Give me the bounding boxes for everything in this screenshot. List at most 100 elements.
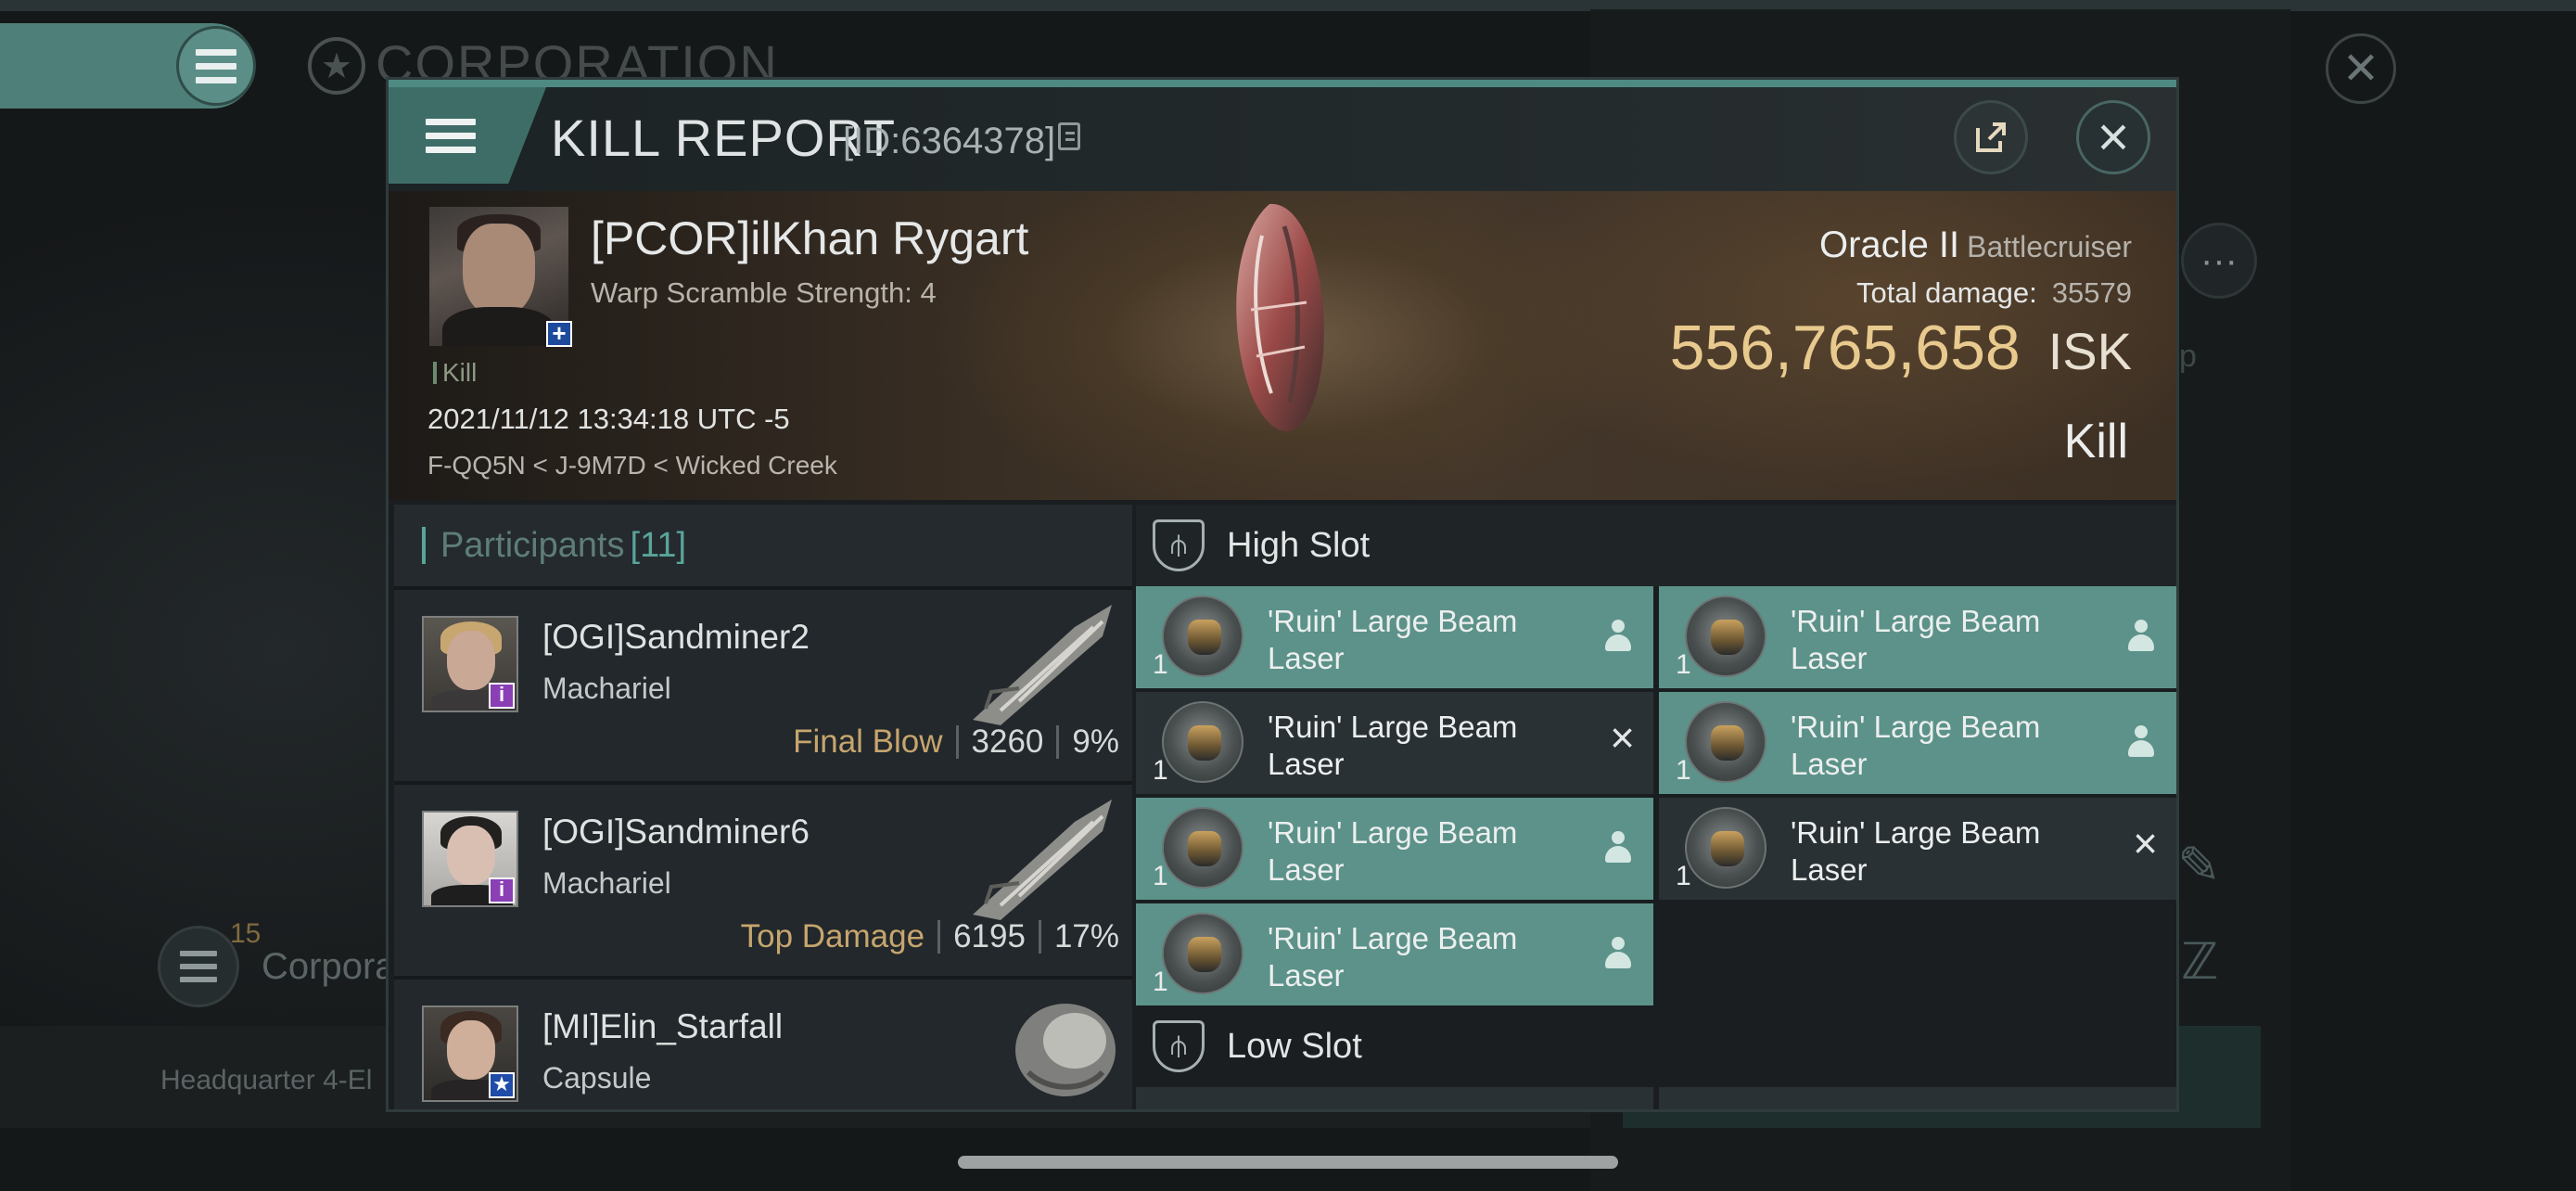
- ship-icon[interactable]: [963, 794, 1121, 924]
- participant-percent: 17%: [1053, 918, 1119, 954]
- module-name: 'Ruin' Large Beam Laser: [1268, 604, 1518, 675]
- module-quantity: 1: [1676, 755, 1691, 786]
- close-icon[interactable]: ✕: [2326, 33, 2396, 104]
- module-icon: [1685, 807, 1766, 889]
- kill-tag: Kill: [433, 358, 477, 388]
- module-item[interactable]: 1 'Ruin' Large Beam Laser: [1136, 798, 1653, 900]
- module-name: 'Ruin' Large Beam Laser: [1268, 815, 1518, 887]
- module-icon: [1162, 913, 1243, 994]
- edit-icon[interactable]: ✎: [2177, 835, 2221, 896]
- module-icon: [1685, 701, 1766, 783]
- corp-count-badge: 15: [230, 918, 261, 949]
- participant-row[interactable]: i [OGI]Sandminer2 Machariel Final Blow 3…: [394, 586, 1132, 781]
- module-name: 'Ruin' Large Beam Laser: [1268, 710, 1518, 781]
- ship-render[interactable]: [1214, 198, 1344, 440]
- main-menu-button[interactable]: [176, 26, 256, 106]
- person-icon: [2126, 620, 2156, 653]
- settings-icon[interactable]: ℤ: [2181, 932, 2218, 991]
- share-button[interactable]: [1954, 100, 2028, 174]
- participant-row[interactable]: i [OGI]Sandminer6 Machariel Top Damage 6…: [394, 781, 1132, 976]
- module-name: 'Ruin' Large Beam Laser: [1791, 710, 2041, 781]
- participant-percent: 9%: [1072, 724, 1119, 760]
- ship-icon[interactable]: [963, 599, 1121, 729]
- module-quantity: 1: [1153, 861, 1168, 891]
- module-item[interactable]: [1659, 1087, 2176, 1109]
- participant-stats: Final Blow 3260 9%: [793, 724, 1119, 761]
- participant-row[interactable]: ★ [MI]Elin_Starfall Capsule: [394, 976, 1132, 1112]
- module-item[interactable]: 1 'Ruin' Large Beam Laser: [1136, 586, 1653, 688]
- total-damage: Total damage: 35579: [1856, 276, 2132, 309]
- module-item[interactable]: 1 'Ruin' Large Beam Laser: [1659, 692, 2176, 794]
- warp-scramble-strength: Warp Scramble Strength: 4: [591, 276, 937, 309]
- low-slot-grid: [1136, 1087, 2176, 1109]
- high-slot-icon: ⫛: [1153, 519, 1205, 571]
- participants-panel[interactable]: Participants [11] i [OGI]Sandminer2 Mach…: [394, 505, 1132, 1112]
- more-icon[interactable]: ···: [2181, 223, 2257, 299]
- home-indicator[interactable]: [958, 1156, 1618, 1169]
- victim-banner: + [PCOR]ilKhan Rygart Warp Scramble Stre…: [389, 191, 2176, 500]
- module-item[interactable]: 1 'Ruin' Large Beam Laser: [1659, 586, 2176, 688]
- copy-icon[interactable]: [1058, 122, 1080, 150]
- module-quantity: 1: [1153, 755, 1168, 786]
- person-icon: [2126, 725, 2156, 759]
- module-item[interactable]: 1 'Ruin' Large Beam Laser ×: [1136, 692, 1653, 794]
- kill-type: Kill: [2063, 415, 2128, 468]
- person-icon: [1603, 831, 1633, 864]
- participant-portrait[interactable]: ★: [422, 1005, 518, 1102]
- module-name: 'Ruin' Large Beam Laser: [1791, 815, 2041, 887]
- low-slot-icon: ⫛: [1153, 1020, 1205, 1072]
- x-icon: ×: [2133, 819, 2158, 867]
- kill-report-modal: KILL REPORT [ID:6364378] × + [PCOR]ilKha…: [386, 77, 2179, 1112]
- alliance-badge-icon: i: [489, 683, 515, 709]
- victim-name[interactable]: [PCOR]ilKhan Rygart: [591, 211, 1028, 265]
- participant-name: [OGI]Sandminer6: [542, 813, 810, 851]
- kill-location[interactable]: F-QQ5N < J-9M7D < Wicked Creek: [427, 451, 837, 480]
- corp-badge-icon: +: [546, 321, 572, 347]
- alliance-badge-icon: i: [489, 877, 515, 903]
- participant-portrait[interactable]: i: [422, 811, 518, 907]
- share-icon: [1976, 122, 2006, 152]
- participants-title: Participants: [440, 525, 625, 565]
- isk-value: 556,765,658 ISK: [1669, 313, 2132, 383]
- participant-name: [OGI]Sandminer2: [542, 618, 810, 656]
- module-name: 'Ruin' Large Beam Laser: [1268, 921, 1518, 992]
- high-slot-header: ⫛ High Slot: [1136, 505, 2176, 586]
- hamburger-icon: [196, 48, 236, 83]
- modal-accent-line: [389, 80, 2176, 87]
- headquarter-label: Headquarter 4-El: [160, 1065, 373, 1095]
- person-icon: [1603, 620, 1633, 653]
- report-id: [ID:6364378]: [843, 121, 1056, 161]
- person-icon: [1603, 937, 1633, 970]
- participant-portrait[interactable]: i: [422, 616, 518, 712]
- corp-label: Corpora: [261, 946, 396, 987]
- participant-ship: Capsule: [542, 1061, 652, 1095]
- corp-menu-button[interactable]: [158, 926, 239, 1007]
- module-quantity: 1: [1676, 649, 1691, 680]
- participant-stats: Top Damage 6195 17%: [741, 918, 1119, 955]
- top-damage-tag: Top Damage: [740, 918, 925, 954]
- high-slot-title: High Slot: [1227, 525, 1371, 565]
- module-item[interactable]: [1136, 1087, 1653, 1109]
- final-blow-tag: Final Blow: [793, 724, 943, 760]
- module-icon: [1162, 807, 1243, 889]
- kill-time: 2021/11/12 13:34:18 UTC -5: [427, 403, 790, 435]
- module-icon: [1162, 701, 1243, 783]
- participants-header: Participants [11]: [394, 505, 1132, 586]
- participant-ship: Machariel: [542, 672, 671, 705]
- module-item[interactable]: 1 'Ruin' Large Beam Laser: [1136, 903, 1653, 1005]
- victim-ship[interactable]: Oracle II Battlecruiser: [1819, 224, 2132, 266]
- high-slot-grid: 1 'Ruin' Large Beam Laser 1 'Ruin' Large…: [1136, 586, 2176, 1005]
- ship-class: Battlecruiser: [1967, 230, 2132, 263]
- empty-slot: [1659, 903, 2176, 1005]
- close-button[interactable]: ×: [2076, 100, 2150, 174]
- star-icon: ★: [308, 37, 365, 95]
- capsule-icon[interactable]: [963, 989, 1121, 1112]
- module-name: 'Ruin' Large Beam Laser: [1791, 604, 2041, 675]
- fitting-panel[interactable]: ⫛ High Slot 1 'Ruin' Large Beam Laser 1 …: [1136, 505, 2176, 1109]
- module-icon: [1685, 596, 1766, 677]
- close-icon: ×: [2097, 106, 2130, 168]
- hamburger-icon: [180, 951, 217, 982]
- x-icon: ×: [1610, 713, 1635, 762]
- module-item[interactable]: 1 'Ruin' Large Beam Laser ×: [1659, 798, 2176, 900]
- participant-name: [MI]Elin_Starfall: [542, 1007, 784, 1045]
